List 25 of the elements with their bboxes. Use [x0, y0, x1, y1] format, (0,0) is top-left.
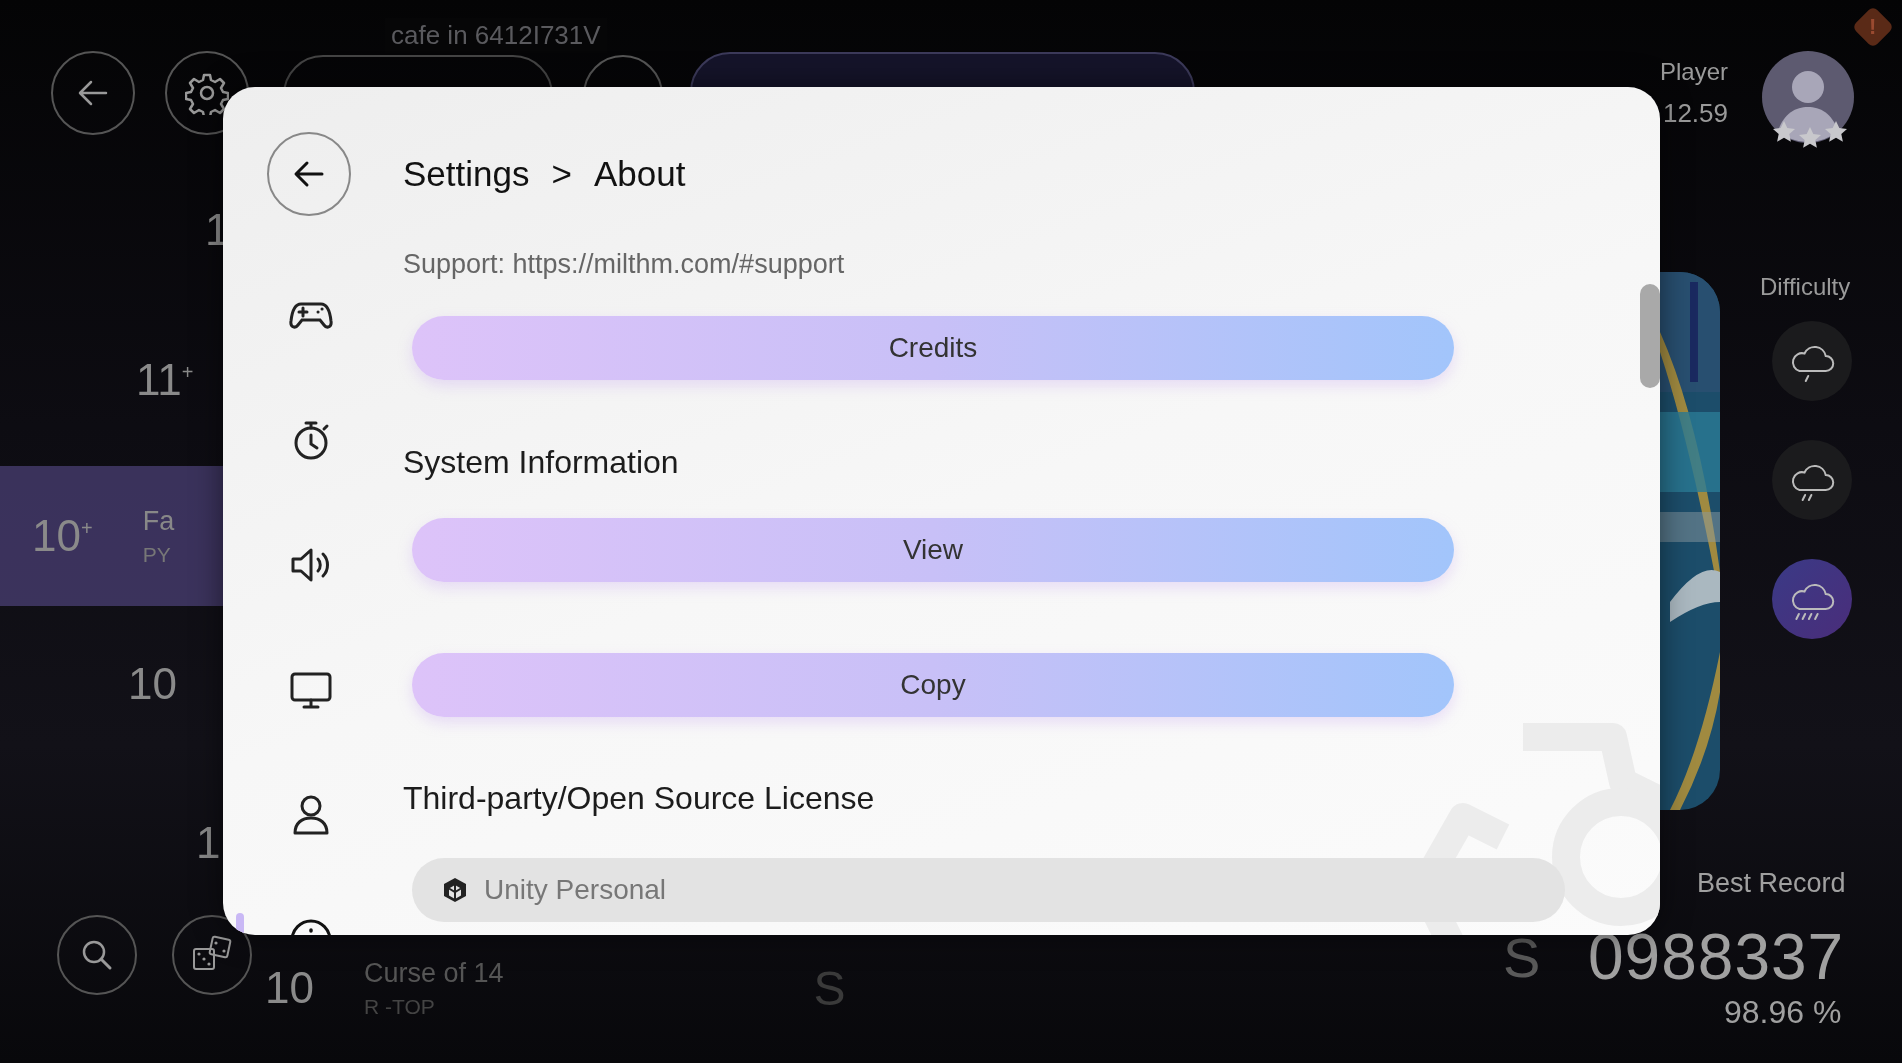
- accuracy-value: 98.96 %: [1724, 994, 1842, 1031]
- level-number: 10: [128, 659, 177, 709]
- section-heading: System Information: [403, 443, 680, 482]
- breadcrumb-item: About: [593, 154, 686, 194]
- breadcrumb-item: Settings: [403, 154, 530, 194]
- song-title: Fa: [142, 505, 175, 537]
- support-link-text: Support: https://milthm.com/#support: [403, 248, 846, 281]
- player-name: Player: [1659, 58, 1728, 86]
- player-rating: 12.59: [1662, 98, 1728, 129]
- song-artist: PY: [142, 542, 172, 567]
- section-heading: Third-party/Open Source License: [403, 779, 876, 818]
- breadcrumb-item: >: [551, 154, 572, 194]
- difficulty-label: Difficulty: [1760, 273, 1851, 301]
- level-number: 10$^{+}$: [32, 511, 93, 561]
- song-title: Curse of 14: [363, 957, 504, 989]
- score-value: 0988337: [1588, 920, 1845, 994]
- level-number: 10: [265, 963, 314, 1013]
- action-button[interactable]: Credits: [412, 316, 1454, 380]
- level-number: 1: [196, 818, 221, 868]
- rank-letter: S: [1503, 925, 1541, 990]
- best-record-label: Best Record: [1697, 868, 1846, 899]
- level-number: 11$^{+}$: [136, 355, 194, 405]
- action-button[interactable]: View: [412, 518, 1454, 582]
- action-button[interactable]: Copy: [412, 653, 1454, 717]
- song-artist: R -TOP: [363, 994, 436, 1019]
